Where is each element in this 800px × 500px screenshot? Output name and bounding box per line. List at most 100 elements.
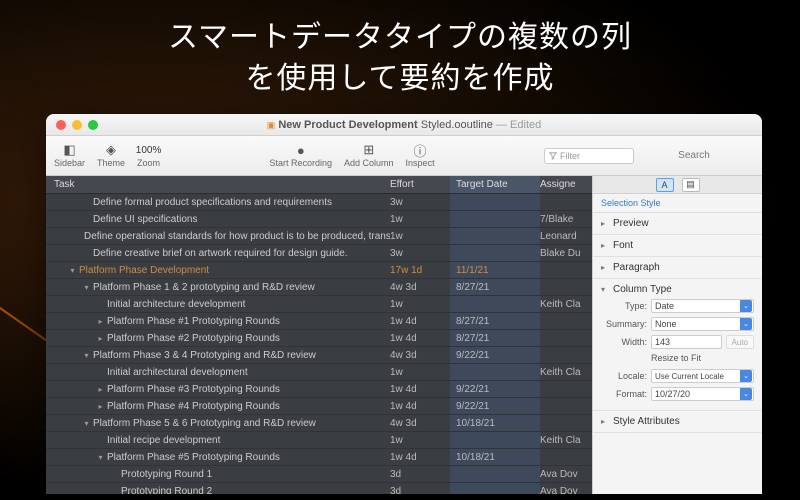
table-row[interactable]: Prototyping Round 23dAva Dov	[46, 483, 592, 494]
inspect-icon: ⓘ	[411, 143, 429, 157]
table-row[interactable]: Prototyping Round 13dAva Dov	[46, 466, 592, 483]
col-task[interactable]: Task	[46, 179, 390, 190]
type-select[interactable]: Date⌄	[651, 299, 754, 313]
section-style-attributes[interactable]: ▸Style Attributes	[593, 411, 762, 433]
table-row[interactable]: ▸Platform Phase #2 Prototyping Rounds 1w …	[46, 330, 592, 347]
table-row[interactable]: ▾Platform Phase 3 & 4 Prototyping and R&…	[46, 347, 592, 364]
summary-select[interactable]: None⌄	[651, 317, 754, 331]
effort-cell: 1w	[390, 231, 450, 242]
disclosure-icon[interactable]: ▾	[82, 351, 91, 360]
zoom-icon[interactable]	[88, 120, 98, 130]
target-date-cell: 8/27/21	[450, 330, 540, 346]
task-text: Platform Phase 1 & 2 prototyping and R&D…	[93, 282, 315, 293]
add-column-icon: ⊞	[360, 143, 378, 157]
assignee-cell: Ava Dov	[540, 486, 592, 495]
table-row[interactable]: ▾Platform Phase #5 Prototyping Rounds1w …	[46, 449, 592, 466]
table-row[interactable]: ▾Platform Phase 1 & 2 prototyping and R&…	[46, 279, 592, 296]
sidebar-button[interactable]: ◧Sidebar	[54, 143, 85, 168]
table-row[interactable]: ▸Platform Phase #1 Prototyping Rounds1w …	[46, 313, 592, 330]
traffic-lights	[56, 120, 98, 130]
disclosure-icon[interactable]: ▾	[68, 266, 77, 275]
table-row[interactable]: Initial architectural development1wKeith…	[46, 364, 592, 381]
table-row[interactable]: Define operational standards for how pro…	[46, 228, 592, 245]
target-date-cell	[450, 296, 540, 312]
auto-button[interactable]: Auto	[726, 335, 754, 349]
section-font[interactable]: ▸Font	[593, 235, 762, 257]
target-date-cell	[450, 194, 540, 210]
chevron-down-icon: ⌄	[740, 388, 752, 400]
app-window: ▣ New Product Development Styled.ooutlin…	[46, 114, 762, 494]
assignee-cell: Ava Dov	[540, 469, 592, 480]
effort-cell: 1w	[390, 367, 450, 378]
section-paragraph[interactable]: ▸Paragraph	[593, 257, 762, 279]
table-row[interactable]: Initial recipe development1wKeith Cla	[46, 432, 592, 449]
zoom-control[interactable]: 100%Zoom	[137, 143, 160, 168]
disclosure-icon[interactable]: ▸	[96, 385, 105, 394]
task-text: Platform Phase Development	[79, 265, 209, 276]
table-row[interactable]: ▾Platform Phase 5 & 6 Prototyping and R&…	[46, 415, 592, 432]
table-row[interactable]: ▸Platform Phase #3 Prototyping Rounds 1w …	[46, 381, 592, 398]
task-text: Initial recipe development	[107, 435, 220, 446]
disclosure-icon[interactable]: ▸	[96, 317, 105, 326]
effort-cell: 1w 4d	[390, 316, 450, 327]
task-text: Initial architectural development	[107, 367, 248, 378]
table-row[interactable]: Define formal product specifications and…	[46, 194, 592, 211]
outline-view[interactable]: Task Effort Target Date Assigne Define f…	[46, 176, 592, 494]
target-date-cell: 8/27/21	[450, 313, 540, 329]
section-column-type: ▾Column Type Type:Date⌄ Summary:None⌄ Wi…	[593, 279, 762, 411]
start-recording-button[interactable]: ●Start Recording	[269, 143, 332, 168]
locale-select[interactable]: Use Current Locale⌄	[651, 369, 754, 383]
disclosure-icon[interactable]: ▸	[96, 402, 105, 411]
effort-cell: 1w 4d	[390, 333, 450, 344]
disclosure-icon[interactable]: ▾	[96, 453, 105, 462]
theme-button[interactable]: ◈Theme	[97, 143, 125, 168]
record-icon: ●	[292, 143, 310, 157]
content-area: Task Effort Target Date Assigne Define f…	[46, 176, 762, 494]
close-icon[interactable]	[56, 120, 66, 130]
chevron-right-icon: ▸	[601, 417, 609, 426]
target-date-cell	[450, 364, 540, 380]
target-date-cell: 9/22/21	[450, 381, 540, 397]
add-column-button[interactable]: ⊞Add Column	[344, 143, 394, 168]
effort-cell: 17w 1d	[390, 265, 450, 276]
effort-cell: 1w	[390, 299, 450, 310]
minimize-icon[interactable]	[72, 120, 82, 130]
task-text: Define operational standards for how pro…	[84, 231, 390, 242]
target-date-cell	[450, 432, 540, 448]
locale-label: Locale:	[601, 371, 647, 381]
inspect-button[interactable]: ⓘInspect	[406, 143, 435, 168]
effort-cell: 1w	[390, 435, 450, 446]
effort-cell: 1w 4d	[390, 384, 450, 395]
task-text: Platform Phase #4 Prototyping Rounds	[107, 401, 280, 412]
inspector-tabs: A ▤	[593, 176, 762, 194]
format-select[interactable]: 10/27/20⌄	[651, 387, 754, 401]
col-assignee[interactable]: Assigne	[540, 179, 592, 190]
task-text: Prototyping Round 2	[121, 486, 212, 495]
table-row[interactable]: ▸Platform Phase #4 Prototyping Rounds1w …	[46, 398, 592, 415]
format-label: Format:	[601, 389, 647, 399]
section-preview[interactable]: ▸Preview	[593, 213, 762, 235]
filter-input[interactable]: Filter	[544, 148, 634, 164]
disclosure-icon[interactable]: ▾	[82, 283, 91, 292]
task-text: Define formal product specifications and…	[93, 197, 332, 208]
width-input[interactable]: 143	[651, 335, 722, 349]
table-row[interactable]: ▾Platform Phase Development17w 1d11/1/21	[46, 262, 592, 279]
disclosure-icon[interactable]: ▸	[96, 334, 105, 343]
inspector-tab-style[interactable]: A	[656, 178, 674, 192]
table-row[interactable]: Define UI specifications1w7/Blake	[46, 211, 592, 228]
col-target-date[interactable]: Target Date	[450, 176, 540, 193]
funnel-icon	[549, 152, 557, 160]
col-effort[interactable]: Effort	[390, 179, 450, 190]
task-text: Platform Phase #3 Prototyping Rounds	[107, 384, 280, 395]
table-row[interactable]: Initial architecture development1wKeith …	[46, 296, 592, 313]
inspector-tab-doc[interactable]: ▤	[682, 178, 700, 192]
target-date-cell: 9/22/21	[450, 347, 540, 363]
task-text: Platform Phase #2 Prototyping Rounds	[107, 333, 280, 344]
target-date-cell	[450, 228, 540, 244]
marketing-headline: スマートデータタイプの複数の列 を使用して要約を作成	[0, 0, 800, 107]
toolbar: ◧Sidebar ◈Theme 100%Zoom ●Start Recordin…	[46, 136, 762, 176]
target-date-cell	[450, 245, 540, 261]
table-row[interactable]: Define creative brief on artwork require…	[46, 245, 592, 262]
resize-to-fit[interactable]: Resize to Fit	[651, 353, 754, 363]
disclosure-icon[interactable]: ▾	[82, 419, 91, 428]
